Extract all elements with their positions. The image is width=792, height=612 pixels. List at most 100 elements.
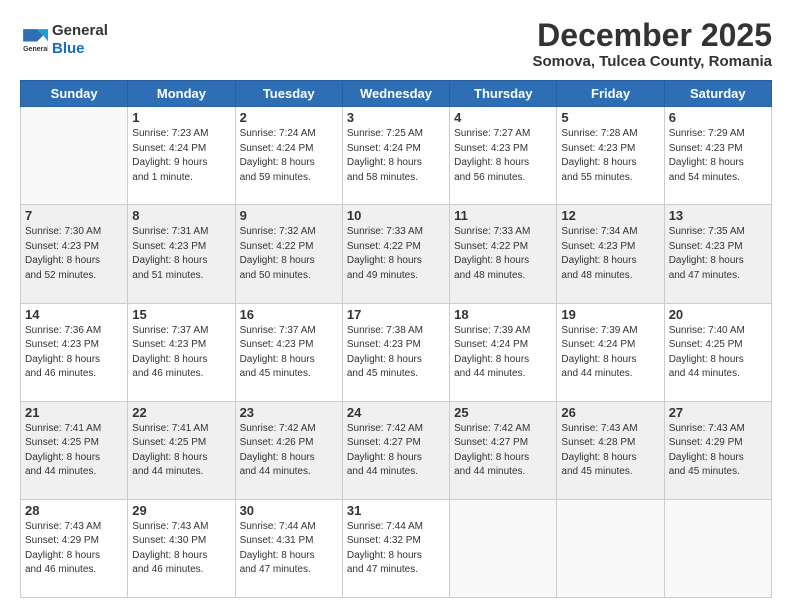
day-info: Sunrise: 7:44 AMSunset: 4:32 PMDaylight:… [347, 520, 445, 578]
calendar-cell: 9 Sunrise: 7:32 AMSunset: 4:22 PMDaylight… [235, 205, 342, 303]
calendar-header-row: SundayMondayTuesdayWednesdayThursdayFrid… [21, 81, 772, 107]
calendar-cell: 28 Sunrise: 7:43 AMSunset: 4:29 PMDayligh… [21, 499, 128, 597]
calendar-cell: 22 Sunrise: 7:41 AMSunset: 4:25 PMDayligh… [128, 401, 235, 499]
day-header-friday: Friday [557, 81, 664, 107]
calendar-cell: 27 Sunrise: 7:43 AMSunset: 4:29 PMDayligh… [664, 401, 771, 499]
day-header-thursday: Thursday [450, 81, 557, 107]
day-info: Sunrise: 7:42 AMSunset: 4:27 PMDaylight:… [454, 422, 552, 480]
day-number: 23 [240, 405, 338, 420]
calendar-table: SundayMondayTuesdayWednesdayThursdayFrid… [20, 80, 772, 598]
title-block: December 2025 Somova, Tulcea County, Rom… [533, 18, 773, 70]
day-info: Sunrise: 7:25 AMSunset: 4:24 PMDaylight:… [347, 127, 445, 185]
calendar-cell: 1 Sunrise: 7:23 AMSunset: 4:24 PMDaylight… [128, 107, 235, 205]
day-number: 20 [669, 307, 767, 322]
day-info: Sunrise: 7:42 AMSunset: 4:26 PMDaylight:… [240, 422, 338, 480]
day-number: 29 [132, 503, 230, 518]
day-info: Sunrise: 7:31 AMSunset: 4:23 PMDaylight:… [132, 225, 230, 283]
calendar-cell: 10 Sunrise: 7:33 AMSunset: 4:22 PMDayligh… [342, 205, 449, 303]
day-number: 31 [347, 503, 445, 518]
calendar-cell: 15 Sunrise: 7:37 AMSunset: 4:23 PMDayligh… [128, 303, 235, 401]
day-info: Sunrise: 7:43 AMSunset: 4:30 PMDaylight:… [132, 520, 230, 578]
calendar-cell: 23 Sunrise: 7:42 AMSunset: 4:26 PMDayligh… [235, 401, 342, 499]
day-number: 3 [347, 110, 445, 125]
day-info: Sunrise: 7:29 AMSunset: 4:23 PMDaylight:… [669, 127, 767, 185]
calendar-cell: 7 Sunrise: 7:30 AMSunset: 4:23 PMDaylight… [21, 205, 128, 303]
day-header-sunday: Sunday [21, 81, 128, 107]
calendar-cell: 6 Sunrise: 7:29 AMSunset: 4:23 PMDaylight… [664, 107, 771, 205]
calendar-cell: 16Sunrise: 7:37 AMSunset: 4:23 PMDayligh… [235, 303, 342, 401]
calendar-cell [21, 107, 128, 205]
calendar-week-row: 14 Sunrise: 7:36 AMSunset: 4:23 PMDayligh… [21, 303, 772, 401]
day-number: 14 [25, 307, 123, 322]
calendar-cell: 5 Sunrise: 7:28 AMSunset: 4:23 PMDaylight… [557, 107, 664, 205]
calendar-cell: 4Sunrise: 7:27 AMSunset: 4:23 PMDaylight… [450, 107, 557, 205]
day-info: Sunrise: 7:37 AMSunset: 4:23 PMDaylight:… [132, 324, 230, 382]
day-info: Sunrise: 7:38 AMSunset: 4:23 PMDaylight:… [347, 324, 445, 382]
calendar-cell: 25 Sunrise: 7:42 AMSunset: 4:27 PMDayligh… [450, 401, 557, 499]
day-number: 22 [132, 405, 230, 420]
day-number: 25 [454, 405, 552, 420]
calendar-cell: 24Sunrise: 7:42 AMSunset: 4:27 PMDayligh… [342, 401, 449, 499]
calendar-cell [557, 499, 664, 597]
calendar-cell [450, 499, 557, 597]
day-header-saturday: Saturday [664, 81, 771, 107]
day-info: Sunrise: 7:43 AMSunset: 4:29 PMDaylight:… [669, 422, 767, 480]
day-info: Sunrise: 7:39 AMSunset: 4:24 PMDaylight:… [561, 324, 659, 382]
day-number: 5 [561, 110, 659, 125]
day-header-monday: Monday [128, 81, 235, 107]
day-info: Sunrise: 7:41 AMSunset: 4:25 PMDaylight:… [25, 422, 123, 480]
day-number: 11 [454, 208, 552, 223]
day-number: 6 [669, 110, 767, 125]
day-number: 15 [132, 307, 230, 322]
logo-text: General Blue [52, 22, 108, 58]
calendar-cell: 14 Sunrise: 7:36 AMSunset: 4:23 PMDayligh… [21, 303, 128, 401]
day-number: 4 [454, 110, 552, 125]
day-info: Sunrise: 7:32 AMSunset: 4:22 PMDaylight:… [240, 225, 338, 283]
day-number: 28 [25, 503, 123, 518]
day-number: 7 [25, 208, 123, 223]
calendar-cell: 8 Sunrise: 7:31 AMSunset: 4:23 PMDaylight… [128, 205, 235, 303]
day-info: Sunrise: 7:39 AMSunset: 4:24 PMDaylight:… [454, 324, 552, 382]
day-number: 19 [561, 307, 659, 322]
calendar-cell: 11Sunrise: 7:33 AMSunset: 4:22 PMDayligh… [450, 205, 557, 303]
day-info: Sunrise: 7:28 AMSunset: 4:23 PMDaylight:… [561, 127, 659, 185]
calendar-cell: 3 Sunrise: 7:25 AMSunset: 4:24 PMDaylight… [342, 107, 449, 205]
calendar-cell [664, 499, 771, 597]
day-info: Sunrise: 7:23 AMSunset: 4:24 PMDaylight:… [132, 127, 230, 185]
calendar-cell: 29 Sunrise: 7:43 AMSunset: 4:30 PMDayligh… [128, 499, 235, 597]
day-number: 27 [669, 405, 767, 420]
calendar-cell: 18Sunrise: 7:39 AMSunset: 4:24 PMDayligh… [450, 303, 557, 401]
day-info: Sunrise: 7:37 AMSunset: 4:23 PMDaylight:… [240, 324, 338, 382]
day-info: Sunrise: 7:36 AMSunset: 4:23 PMDaylight:… [25, 324, 123, 382]
day-info: Sunrise: 7:41 AMSunset: 4:25 PMDaylight:… [132, 422, 230, 480]
calendar-cell: 20 Sunrise: 7:40 AMSunset: 4:25 PMDayligh… [664, 303, 771, 401]
header: General General Blue December 2025 Somov… [20, 18, 772, 70]
day-number: 21 [25, 405, 123, 420]
calendar-cell: 13Sunrise: 7:35 AMSunset: 4:23 PMDayligh… [664, 205, 771, 303]
calendar-cell: 17 Sunrise: 7:38 AMSunset: 4:23 PMDayligh… [342, 303, 449, 401]
day-info: Sunrise: 7:30 AMSunset: 4:23 PMDaylight:… [25, 225, 123, 283]
day-number: 17 [347, 307, 445, 322]
day-number: 8 [132, 208, 230, 223]
day-info: Sunrise: 7:43 AMSunset: 4:28 PMDaylight:… [561, 422, 659, 480]
calendar-week-row: 1 Sunrise: 7:23 AMSunset: 4:24 PMDaylight… [21, 107, 772, 205]
calendar-cell: 26Sunrise: 7:43 AMSunset: 4:28 PMDayligh… [557, 401, 664, 499]
day-info: Sunrise: 7:33 AMSunset: 4:22 PMDaylight:… [347, 225, 445, 283]
day-number: 10 [347, 208, 445, 223]
day-info: Sunrise: 7:43 AMSunset: 4:29 PMDaylight:… [25, 520, 123, 578]
logo: General General Blue [20, 22, 108, 58]
calendar-cell: 21 Sunrise: 7:41 AMSunset: 4:25 PMDayligh… [21, 401, 128, 499]
calendar-cell: 2Sunrise: 7:24 AMSunset: 4:24 PMDaylight… [235, 107, 342, 205]
calendar-week-row: 21 Sunrise: 7:41 AMSunset: 4:25 PMDayligh… [21, 401, 772, 499]
day-number: 13 [669, 208, 767, 223]
calendar-week-row: 28 Sunrise: 7:43 AMSunset: 4:29 PMDayligh… [21, 499, 772, 597]
day-info: Sunrise: 7:40 AMSunset: 4:25 PMDaylight:… [669, 324, 767, 382]
calendar-cell: 30Sunrise: 7:44 AMSunset: 4:31 PMDayligh… [235, 499, 342, 597]
logo-general-text: General [52, 22, 108, 39]
location-subtitle: Somova, Tulcea County, Romania [533, 53, 773, 70]
day-number: 12 [561, 208, 659, 223]
day-number: 1 [132, 110, 230, 125]
calendar-week-row: 7 Sunrise: 7:30 AMSunset: 4:23 PMDaylight… [21, 205, 772, 303]
day-number: 9 [240, 208, 338, 223]
day-header-wednesday: Wednesday [342, 81, 449, 107]
